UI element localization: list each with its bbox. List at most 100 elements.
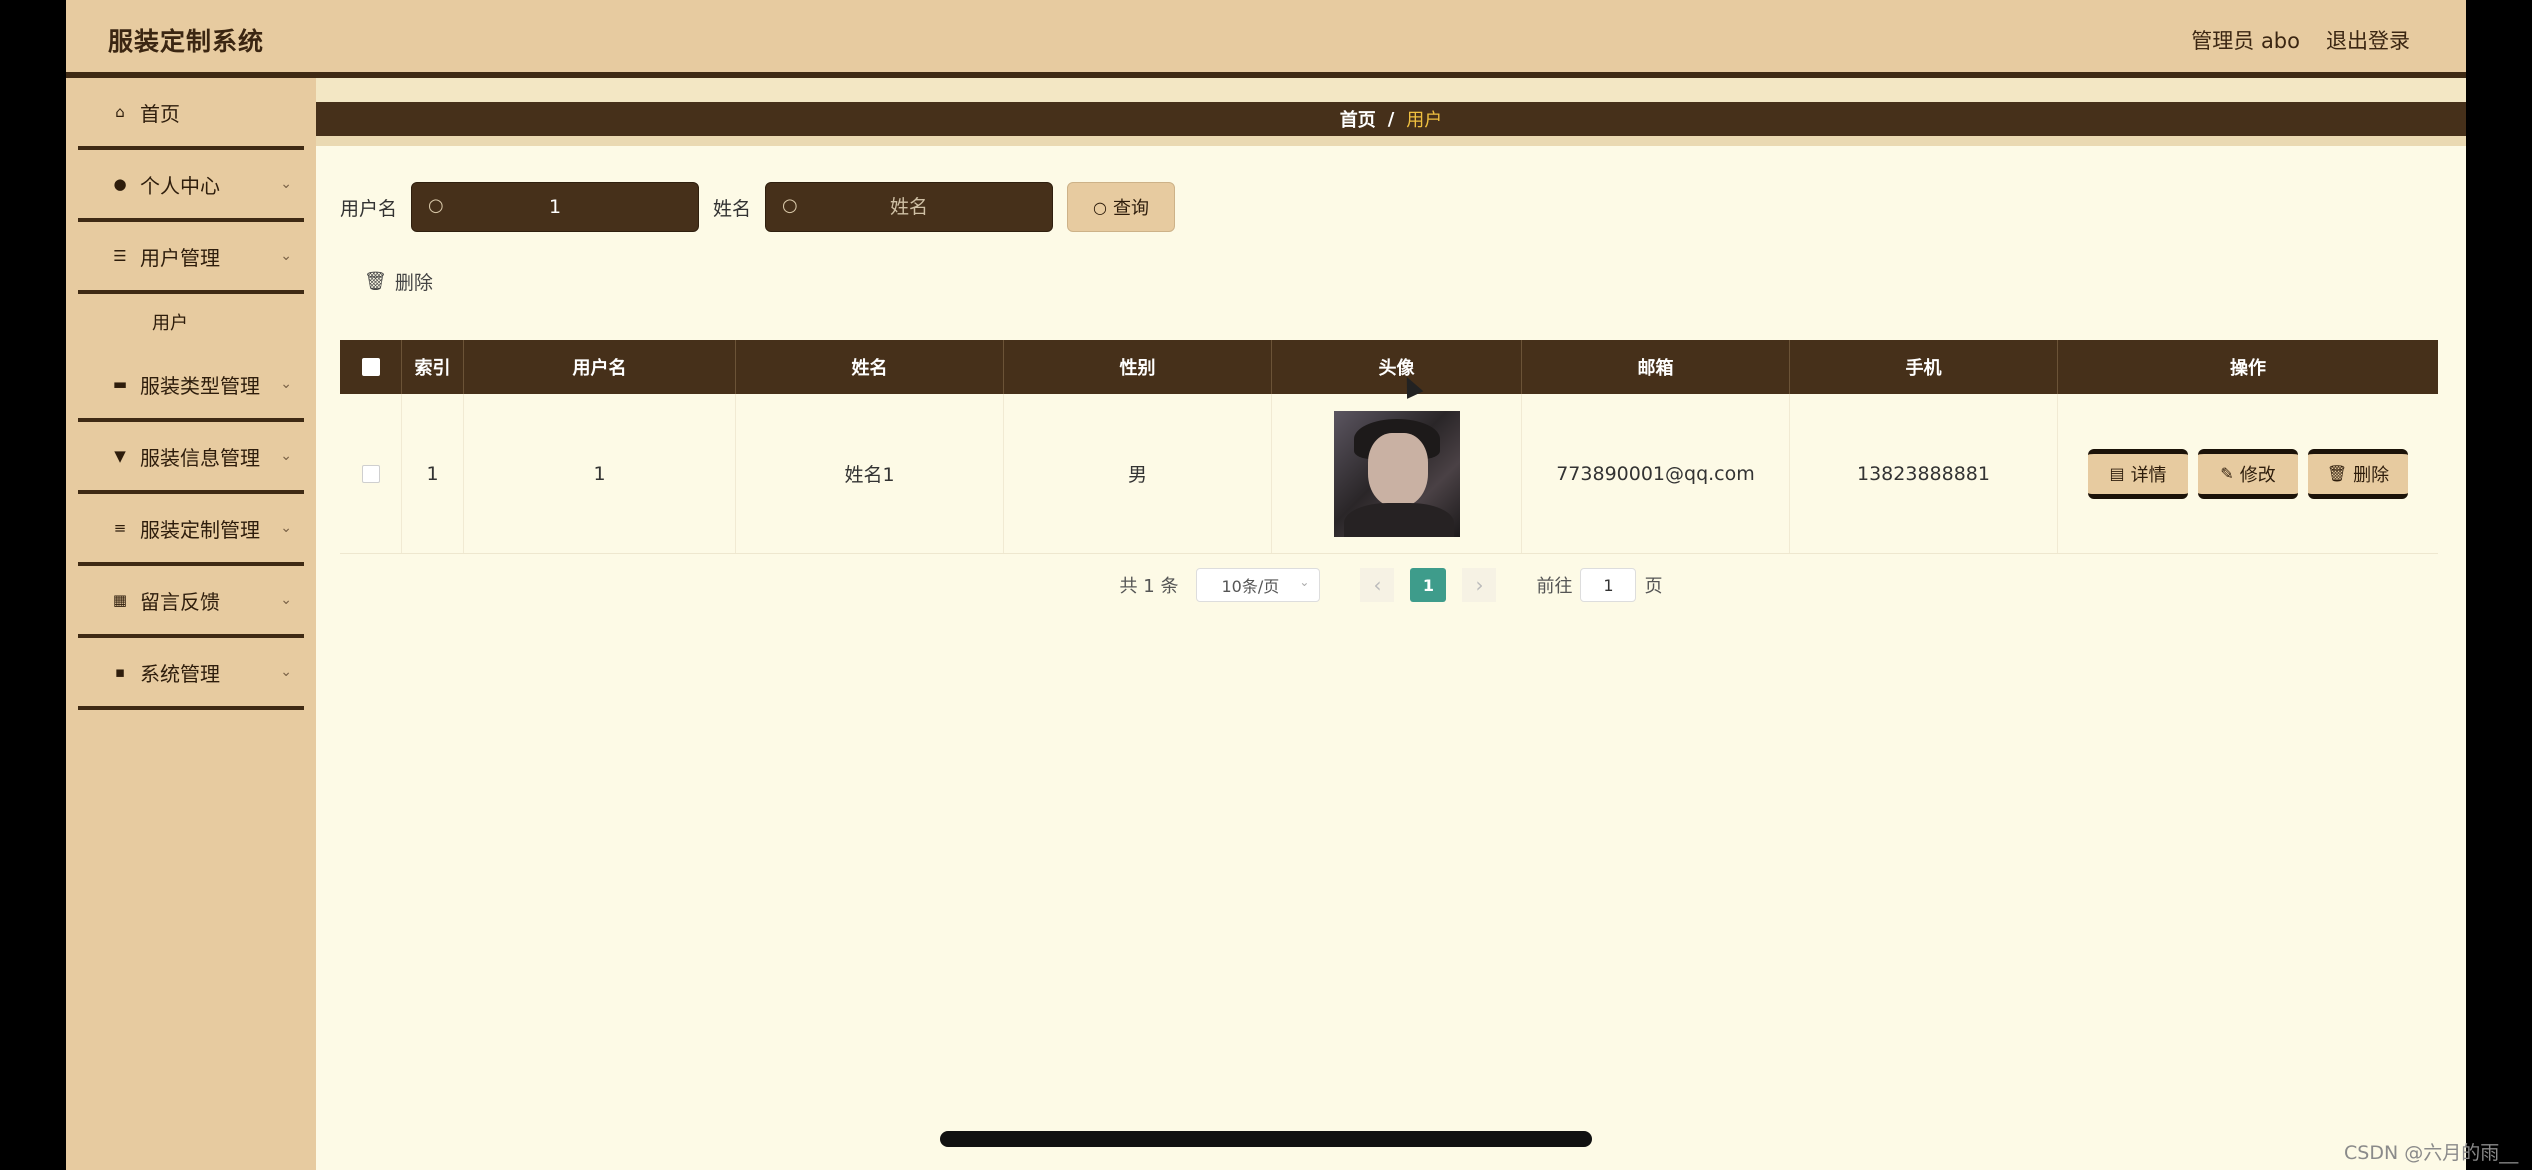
sidebar-item-label: 服装定制管理 — [140, 517, 260, 542]
avatar[interactable] — [1333, 410, 1460, 537]
sidebar-item-user-management[interactable]: ☰ 用户管理 ⌄ — [78, 222, 304, 294]
cell-gender: 男 — [1004, 394, 1272, 553]
select-all-checkbox[interactable] — [361, 358, 380, 376]
table-header: 索引 用户名 姓名 性别 头像 邮箱 手机 操作 — [340, 340, 2438, 394]
users-table: 索引 用户名 姓名 性别 头像 邮箱 手机 操作 1 1 姓名1 男 77389… — [340, 340, 2438, 554]
sidebar-item-label: 个人中心 — [140, 173, 220, 198]
pagination-total: 共 1 条 — [1119, 576, 1179, 597]
trash-icon: 🗑 — [2326, 464, 2348, 483]
chevron-down-icon: ⌄ — [280, 176, 292, 192]
search-bar: 用户名 ○ 姓名 ○ ○ 查询 — [340, 182, 1176, 232]
admin-user-label[interactable]: 管理员 abo — [2191, 25, 2300, 55]
cell-name: 姓名1 — [736, 394, 1004, 553]
chevron-down-icon: ⌄ — [280, 248, 292, 264]
avatar-face — [1367, 432, 1428, 507]
watermark: CSDN @六月的雨__ — [2344, 1142, 2519, 1164]
tag-icon: ▼ — [114, 447, 126, 465]
name-label: 姓名 — [713, 197, 752, 220]
page-size-select[interactable]: 10条/页 ⌄ — [1196, 568, 1321, 602]
page-size-value: 10条/页 — [1221, 577, 1280, 596]
search-icon: ○ — [1093, 197, 1108, 217]
sidebar-item-label: 服装信息管理 — [140, 445, 260, 470]
batch-delete-button[interactable]: 🗑 删除 — [364, 268, 433, 295]
username-label: 用户名 — [340, 197, 398, 220]
sidebar-item-feedback[interactable]: ▦ 留言反馈 ⌄ — [78, 566, 304, 638]
goto-label: 前往 — [1536, 576, 1573, 597]
header-phone: 手机 — [1790, 340, 2058, 394]
pencil-icon: ✎ — [2220, 464, 2234, 483]
breadcrumb: 首页 / 用户 — [316, 102, 2466, 146]
cell-actions: ▤ 详情 ✎ 修改 🗑 删除 — [2058, 394, 2438, 553]
sidebar-item-clothing-info[interactable]: ▼ 服装信息管理 ⌄ — [78, 422, 304, 494]
main-content: 首页 / 用户 用户名 ○ 姓名 ○ ○ 查询 🗑 删除 — [316, 78, 2466, 1170]
row-select-cell — [340, 394, 402, 553]
sliders-icon: ☰ — [113, 247, 127, 265]
sidebar-subitem-users[interactable]: 用户 — [78, 294, 304, 350]
breadcrumb-separator: / — [1387, 108, 1395, 130]
cell-avatar — [1272, 394, 1522, 553]
logout-link[interactable]: 退出登录 — [2326, 25, 2410, 55]
row-checkbox[interactable] — [361, 464, 380, 483]
sidebar-subitem-label: 用户 — [152, 313, 188, 334]
top-header: 服装定制系统 管理员 abo 退出登录 — [66, 0, 2466, 78]
page-number-current[interactable]: 1 — [1410, 568, 1447, 602]
batch-delete-label: 删除 — [394, 272, 433, 294]
goto-page-input[interactable]: 1 — [1580, 568, 1637, 602]
sidebar-item-label: 系统管理 — [140, 661, 220, 686]
chevron-right-icon: › — [1475, 573, 1484, 597]
delete-button[interactable]: 🗑 删除 — [2308, 448, 2408, 499]
edit-button[interactable]: ✎ 修改 — [2198, 448, 2298, 499]
cell-index: 1 — [402, 394, 464, 553]
sidebar-item-label: 首页 — [140, 101, 180, 126]
chevron-down-icon: ⌄ — [280, 520, 292, 536]
chevron-down-icon: ⌄ — [280, 376, 292, 392]
avatar-body — [1343, 502, 1454, 537]
trash-icon: 🗑 — [364, 271, 387, 292]
table-row: 1 1 姓名1 男 773890001@qq.com 13823888881 ▤ — [340, 394, 2438, 554]
header-avatar: 头像 — [1272, 340, 1522, 394]
sidebar-item-clothing-custom[interactable]: ≡ 服装定制管理 ⌄ — [78, 494, 304, 566]
chevron-down-icon: ⌄ — [280, 592, 292, 608]
cell-email: 773890001@qq.com — [1522, 394, 1790, 553]
query-button-label: 查询 — [1113, 198, 1150, 219]
sidebar-item-home[interactable]: ⌂ 首页 — [78, 78, 304, 150]
username-input[interactable] — [412, 183, 699, 231]
search-icon: ○ — [782, 195, 798, 216]
header-username: 用户名 — [464, 340, 736, 394]
delete-button-label: 删除 — [2353, 464, 2390, 486]
user-icon: ● — [113, 175, 127, 193]
pagination: 共 1 条 10条/页 ⌄ ‹ 1 › 前往 1 页 — [316, 568, 2466, 602]
name-input[interactable] — [766, 183, 1053, 231]
sidebar-item-system[interactable]: ▪ 系统管理 ⌄ — [78, 638, 304, 710]
sidebar-item-label: 留言反馈 — [140, 589, 220, 614]
cell-username: 1 — [464, 394, 736, 553]
header-gender: 性别 — [1004, 340, 1272, 394]
detail-button[interactable]: ▤ 详情 — [2088, 448, 2188, 499]
apps-icon: ▪ — [114, 663, 126, 681]
username-search-box: ○ — [411, 182, 700, 232]
cell-phone: 13823888881 — [1790, 394, 2058, 553]
chevron-left-icon: ‹ — [1373, 573, 1382, 597]
chevron-down-icon: ⌄ — [1299, 575, 1310, 589]
sidebar-item-personal-center[interactable]: ● 个人中心 ⌄ — [78, 150, 304, 222]
header-index: 索引 — [402, 340, 464, 394]
grid-icon: ▦ — [112, 591, 128, 609]
prev-page-button[interactable]: ‹ — [1360, 568, 1395, 602]
breadcrumb-home[interactable]: 首页 — [1340, 106, 1376, 132]
select-all-cell — [340, 340, 402, 394]
home-indicator[interactable] — [940, 1131, 1592, 1147]
app-title: 服装定制系统 — [108, 27, 265, 56]
page-suffix-label: 页 — [1644, 576, 1663, 597]
name-search-box: ○ — [765, 182, 1054, 232]
sidebar-item-label: 用户管理 — [140, 245, 220, 270]
query-button[interactable]: ○ 查询 — [1067, 182, 1176, 232]
tab-strip — [316, 78, 2466, 102]
chevron-down-icon: ⌄ — [280, 448, 292, 464]
chevron-down-icon: ⌄ — [280, 664, 292, 680]
sidebar-item-label: 服装类型管理 — [140, 373, 260, 398]
sidebar: ⌂ 首页 ● 个人中心 ⌄ ☰ 用户管理 ⌄ 用户 ▬ 服装类型管理 ⌄ ▼ 服… — [66, 78, 316, 1170]
edit-button-label: 修改 — [2239, 464, 2276, 486]
next-page-button[interactable]: › — [1462, 568, 1497, 602]
sidebar-item-clothing-type[interactable]: ▬ 服装类型管理 ⌄ — [78, 350, 304, 422]
header-email: 邮箱 — [1522, 340, 1790, 394]
